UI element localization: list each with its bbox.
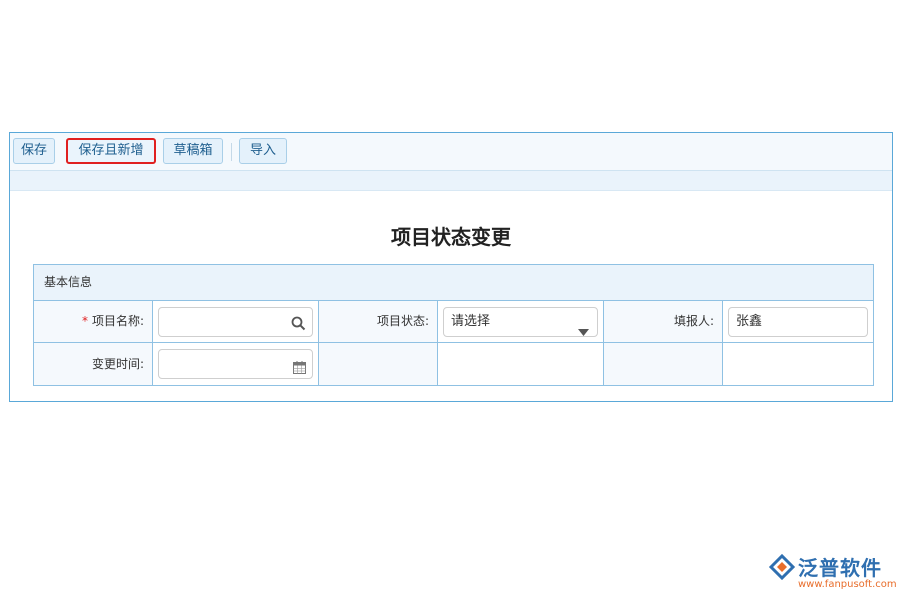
watermark-logo: 泛普软件 www.fanpusoft.com xyxy=(768,552,890,596)
watermark-url: www.fanpusoft.com xyxy=(798,579,897,590)
change-time-label: 变更时间: xyxy=(92,357,144,371)
required-mark: * xyxy=(82,314,88,328)
change-time-label-cell: 变更时间: xyxy=(34,343,153,385)
project-status-select[interactable]: 请选择 xyxy=(443,307,598,337)
change-time-field[interactable] xyxy=(158,349,313,379)
empty-label-cell xyxy=(604,343,723,385)
project-name-cell xyxy=(153,301,319,343)
project-name-field[interactable] xyxy=(158,307,313,337)
reporter-label-cell: 填报人: xyxy=(604,301,723,343)
project-status-value: 请选择 xyxy=(451,314,490,329)
logo-icon xyxy=(768,554,796,584)
save-button[interactable]: 保存 xyxy=(13,138,55,164)
page-title: 项目状态变更 xyxy=(10,221,892,250)
reporter-value: 张鑫 xyxy=(736,314,762,329)
project-status-cell: 请选择 xyxy=(438,301,604,343)
empty-cell xyxy=(438,343,604,385)
form-panel: 保存 保存且新增 草稿箱 导入 项目状态变更 基本信息 * 项目名称: 项目状态:… xyxy=(9,132,893,402)
drafts-button[interactable]: 草稿箱 xyxy=(163,138,223,164)
import-button[interactable]: 导入 xyxy=(239,138,287,164)
project-name-label: 项目名称: xyxy=(92,314,144,328)
section-header: 基本信息 xyxy=(34,265,873,301)
toolbar: 保存 保存且新增 草稿箱 导入 xyxy=(10,133,892,171)
save-and-new-button[interactable]: 保存且新增 xyxy=(66,138,156,164)
toolbar-divider xyxy=(231,143,232,161)
project-status-label: 项目状态: xyxy=(377,314,429,328)
project-status-label-cell: 项目状态: xyxy=(319,301,438,343)
reporter-field[interactable]: 张鑫 xyxy=(728,307,868,337)
form-table: 基本信息 * 项目名称: 项目状态: 请选择 填报人: xyxy=(33,264,874,386)
calendar-icon[interactable] xyxy=(293,357,306,385)
reporter-cell: 张鑫 xyxy=(723,301,873,343)
watermark-name: 泛普软件 xyxy=(798,552,882,581)
empty-label-cell xyxy=(319,343,438,385)
search-icon[interactable] xyxy=(291,314,306,342)
project-name-label-cell: * 项目名称: xyxy=(34,301,153,343)
sub-toolbar xyxy=(10,171,892,191)
empty-cell xyxy=(723,343,873,385)
change-time-cell xyxy=(153,343,319,385)
reporter-label: 填报人: xyxy=(674,314,714,328)
